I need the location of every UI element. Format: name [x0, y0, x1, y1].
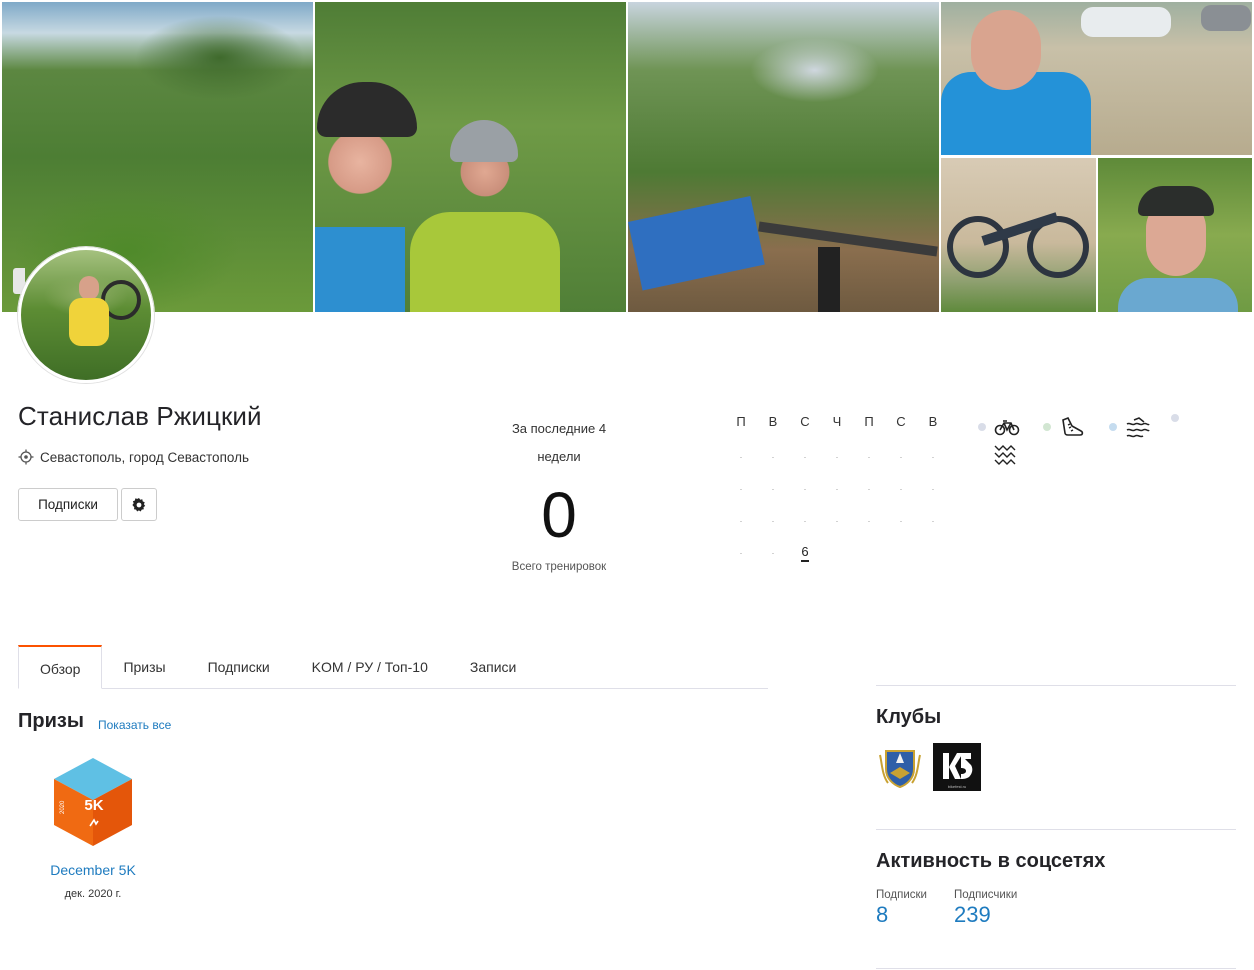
calendar-day: · [771, 516, 775, 526]
followers-count[interactable]: 239 [954, 902, 1017, 928]
sport-filter-other[interactable] [993, 441, 1019, 467]
calendar-today-number: 6 [801, 544, 809, 562]
cover-photos [2, 2, 1252, 312]
followers-label: Подписчики [954, 889, 1018, 901]
tab-posts[interactable]: Записи [449, 645, 537, 689]
calendar-day: · [867, 484, 871, 494]
badge-year: 2020 [60, 800, 66, 814]
calendar-day: · [899, 452, 903, 462]
divider [876, 685, 1236, 686]
calendar-day: · [835, 484, 839, 494]
weekday-thu: Ч [832, 414, 842, 429]
cover-photo-portrait[interactable] [1098, 158, 1252, 312]
weekday-sat: С [896, 414, 906, 429]
athlete-name: Станислав Ржицкий [18, 401, 262, 431]
swim-icon [1126, 417, 1150, 438]
sport-dot [978, 423, 986, 431]
shoe-icon [1062, 416, 1084, 436]
sport-dot [1109, 423, 1117, 431]
badge-label: 5K [84, 797, 103, 814]
calendar-day: · [803, 484, 807, 494]
calendar-day: · [771, 484, 775, 494]
calendar-day: · [867, 516, 871, 526]
weekday-sun: В [928, 414, 938, 429]
total-activities-value: 0 [541, 479, 577, 551]
calendar-day: · [803, 516, 807, 526]
weekday-tue: В [768, 414, 778, 429]
calendar-today: 6 [789, 544, 821, 562]
tab-overview[interactable]: Обзор [18, 645, 103, 689]
show-all-link[interactable]: Показать все [98, 718, 171, 732]
weekday-mon: П [736, 414, 746, 429]
calendar-day: · [739, 548, 743, 558]
divider [876, 829, 1236, 830]
cover-photo-riders[interactable] [315, 2, 626, 312]
stats-label-line1: За последние 4 [511, 421, 607, 436]
stats-label: За последние 4 недели [490, 415, 628, 471]
tab-kom[interactable]: KOM / РУ / Топ-10 [291, 645, 449, 689]
tab-following[interactable]: Подписки [187, 645, 291, 689]
bikefest-logo-caption: bikefest.ru [948, 784, 966, 789]
settings-button[interactable] [121, 488, 157, 521]
total-activities-label: Всего тренировок [511, 561, 607, 573]
avatar[interactable] [18, 247, 154, 383]
sport-filter-swim[interactable] [1109, 414, 1151, 440]
december-5k-badge[interactable]: 2020 5K [52, 756, 134, 848]
calendar-day: · [899, 516, 903, 526]
calendar-day: · [931, 452, 935, 462]
calendar-day: · [803, 452, 807, 462]
calendar-weekdays: П В С Ч П С В [725, 414, 949, 434]
divider [876, 968, 1236, 969]
calendar-day: · [739, 484, 743, 494]
social-title: Активность в соцсетях [876, 850, 1106, 872]
bikefest-logo-icon: bikefest.ru [943, 753, 973, 789]
calendar-day: · [931, 516, 935, 526]
trophies-title: Призы [18, 710, 84, 732]
profile-tabs: Обзор Призы Подписки KOM / РУ / Топ-10 З… [18, 645, 768, 689]
location: Севастополь, город Севастополь [18, 449, 249, 465]
calendar-day: · [931, 484, 935, 494]
calendar-day: · [899, 484, 903, 494]
sport-filter-run[interactable] [1043, 414, 1085, 440]
calendar-day: · [771, 548, 775, 558]
cover-photo-bike[interactable] [941, 158, 1096, 312]
calendar-day: · [835, 452, 839, 462]
club-bikefest-logo[interactable]: bikefest.ru [933, 743, 981, 791]
following-count[interactable]: 8 [876, 902, 927, 928]
sport-filter-ride[interactable] [978, 414, 1020, 440]
subscriptions-button[interactable]: Подписки [18, 488, 118, 521]
location-text: Севастополь, город Севастополь [40, 449, 249, 465]
calendar-week: · · · · · · · [725, 466, 949, 498]
activity-calendar: П В С Ч П С В · · · · · · · · · · · · · · · · · · · · · · ·… [725, 414, 949, 562]
calendar-week-current: · · 6 [725, 530, 949, 562]
gear-icon [132, 497, 146, 511]
badge-date: дек. 2020 г. [64, 888, 122, 900]
calendar-day: · [739, 452, 743, 462]
calendar-week: · · · · · · · [725, 434, 949, 466]
weekday-fri: П [864, 414, 874, 429]
cover-photo-selfie[interactable] [941, 2, 1252, 155]
calendar-day: · [771, 452, 775, 462]
calendar-day: · [835, 516, 839, 526]
sport-dot [1043, 423, 1051, 431]
followers-stat[interactable]: Подписчики 239 [954, 889, 1017, 928]
tab-trophies[interactable]: Призы [102, 645, 186, 689]
bike-icon [994, 420, 1020, 436]
club-sevastopol-logo[interactable] [876, 743, 924, 791]
badge-name[interactable]: December 5K [18, 862, 168, 878]
clubs-title: Клубы [876, 706, 942, 728]
following-stat[interactable]: Подписки 8 [876, 889, 927, 928]
sport-filter-other-toggle[interactable] [1171, 414, 1179, 422]
location-icon [18, 449, 34, 465]
sport-dot [1171, 414, 1179, 422]
cover-photo-trail[interactable] [628, 2, 939, 312]
weekday-wed: С [800, 414, 810, 429]
other-activity-icon [994, 445, 1016, 465]
calendar-week: · · · · · · · [725, 498, 949, 530]
calendar-day: · [867, 452, 871, 462]
calendar-day: · [739, 516, 743, 526]
stats-label-line2: недели [537, 449, 581, 464]
following-label: Подписки [876, 889, 927, 901]
